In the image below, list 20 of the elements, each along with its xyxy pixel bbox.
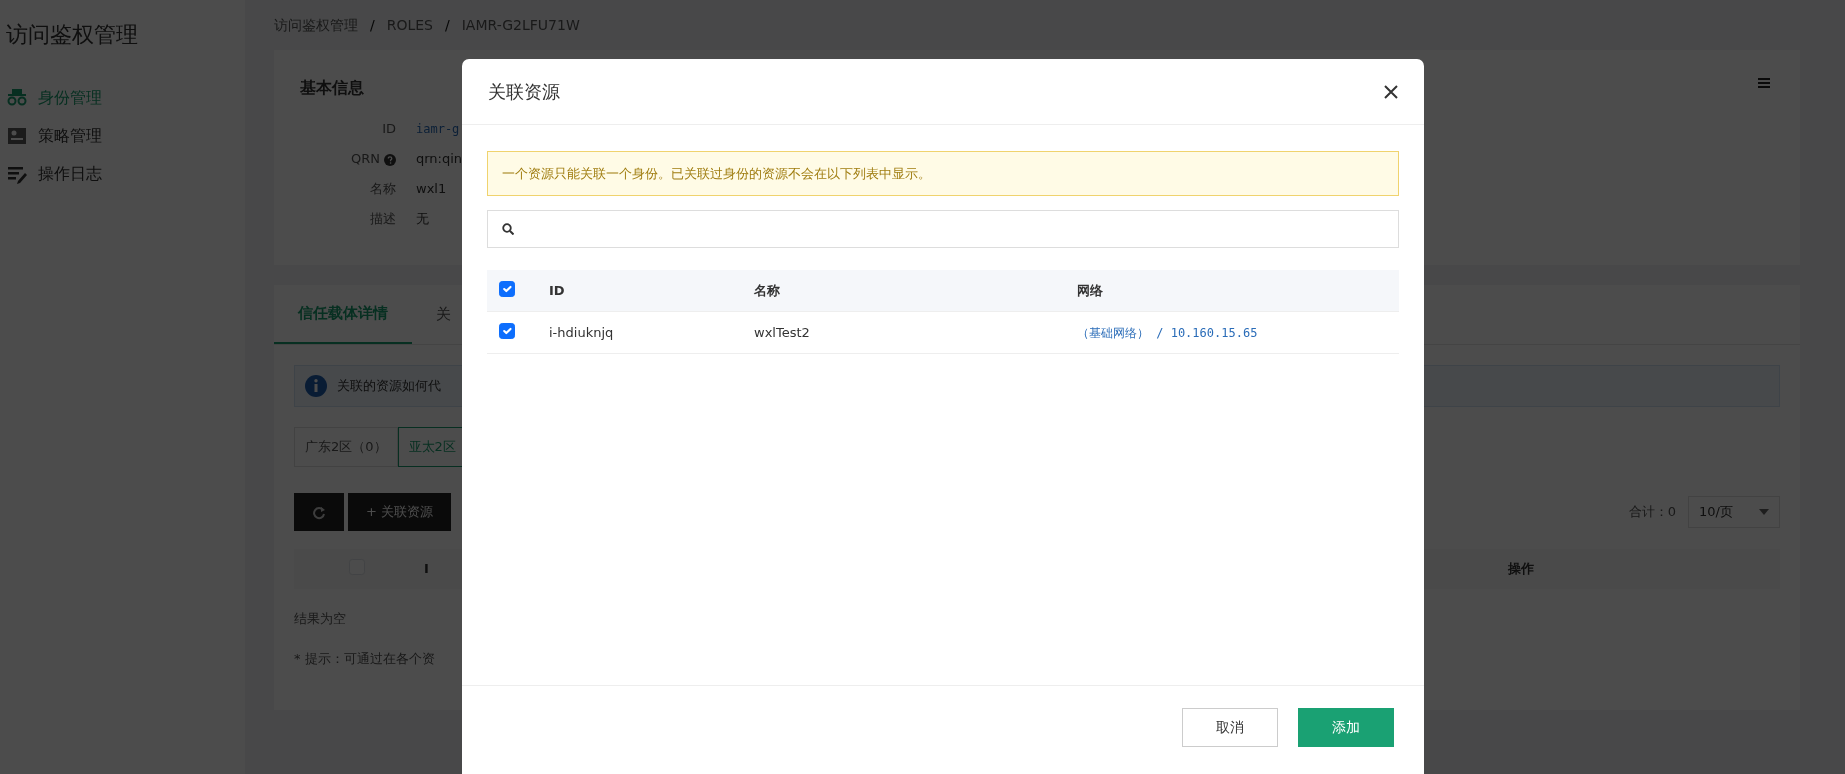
field-value: iamr-g xyxy=(416,121,460,138)
cancel-button[interactable]: 取消 xyxy=(1182,707,1278,747)
breadcrumb-separator: / xyxy=(369,15,376,35)
warning-alert: 一个资源只能关联一个身份。已关联过身份的资源不会在以下列表中显示。 xyxy=(487,151,1399,196)
breadcrumb-separator: / xyxy=(444,15,451,35)
field-value: wxl1 xyxy=(416,180,447,199)
column-header: 名称 xyxy=(754,282,780,298)
column-header: I xyxy=(424,560,429,579)
section-title: 基本信息 xyxy=(300,77,364,99)
add-button[interactable]: 添加 xyxy=(1298,707,1394,747)
column-header: ID xyxy=(549,282,565,298)
modal-title: 关联资源 xyxy=(488,80,560,104)
sidebar-title: 访问鉴权管理 xyxy=(6,21,139,49)
column-header: 操作 xyxy=(1508,560,1534,579)
network-link[interactable]: （基础网络） / 10.160.15.65 xyxy=(1077,325,1258,340)
column-header: 网络 xyxy=(1077,282,1103,298)
field-value: qrn:qin xyxy=(416,150,463,169)
alert-text: 关联的资源如何代 xyxy=(337,377,441,396)
table-cell: i-hdiuknjq xyxy=(549,324,614,340)
table-cell: wxlTest2 xyxy=(754,324,810,340)
